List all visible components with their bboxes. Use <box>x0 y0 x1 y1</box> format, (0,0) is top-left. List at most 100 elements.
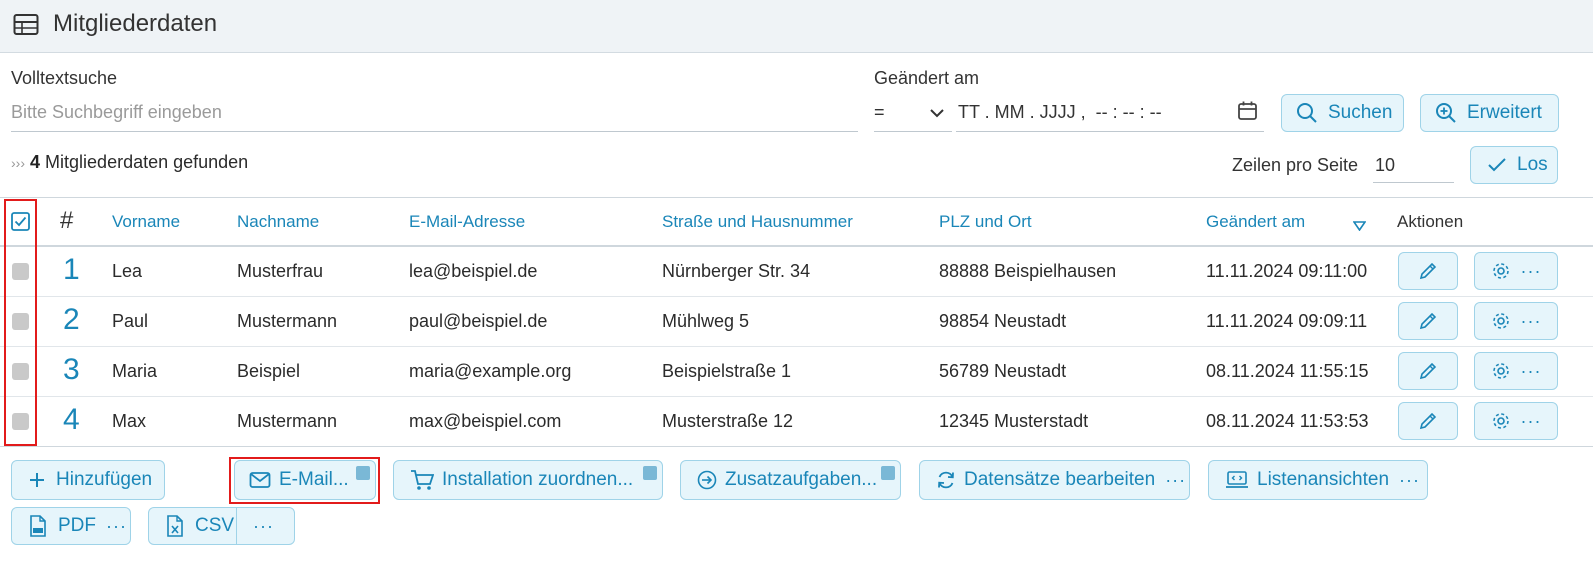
fulltext-search-input[interactable]: Bitte Suchbegriff eingeben <box>11 102 222 123</box>
column-header-geaendert[interactable]: Geändert am <box>1206 212 1305 232</box>
row-settings-button[interactable]: ··· <box>1474 402 1558 440</box>
arrow-circle-icon <box>697 470 717 490</box>
email-button[interactable]: E-Mail... <box>234 460 376 500</box>
cell-geaendert: 08.11.2024 11:53:53 <box>1206 411 1369 431</box>
cell-plz-ort: 98854 Neustadt <box>939 311 1067 331</box>
csv-more-button[interactable]: ··· <box>253 516 274 537</box>
add-button[interactable]: Hinzufügen <box>11 460 165 500</box>
search-button-label: Suchen <box>1328 102 1393 123</box>
edit-button[interactable] <box>1398 302 1458 340</box>
more-dots: ··· <box>1520 310 1542 331</box>
date-input[interactable]: TT . MM . JJJJ , -- : -- : -- <box>958 102 1162 123</box>
pencil-icon <box>1419 312 1437 330</box>
pdf-file-icon <box>30 515 46 537</box>
page-title: Mitgliederdaten <box>53 10 218 37</box>
cell-nachname: Mustermann <box>237 411 338 431</box>
pencil-icon <box>1419 262 1437 280</box>
table-bottom-border <box>0 446 1593 447</box>
edit-records-button-label: Datensätze bearbeiten <box>964 469 1156 490</box>
cell-email: max@beispiel.com <box>409 411 562 431</box>
advanced-search-button[interactable]: Erweitert <box>1420 94 1559 132</box>
gear-icon <box>1492 413 1509 429</box>
row-number: 2 <box>63 303 80 336</box>
column-header-vorname[interactable]: Vorname <box>112 212 180 232</box>
row-divider <box>0 296 1593 297</box>
rows-per-page-input[interactable]: 10 <box>1375 155 1395 176</box>
more-dots: ··· <box>1520 410 1542 431</box>
table-header-border <box>0 245 1593 247</box>
operator-underline <box>874 131 952 132</box>
envelope-icon <box>249 472 271 488</box>
zoom-in-icon <box>1436 103 1456 123</box>
search-button[interactable]: Suchen <box>1281 94 1404 132</box>
row-settings-button[interactable]: ··· <box>1474 252 1558 290</box>
csv-split-divider <box>236 508 237 544</box>
table-icon <box>13 14 39 35</box>
list-views-button[interactable]: Listenansichten ··· <box>1208 460 1428 500</box>
operator-value: = <box>874 102 885 122</box>
cell-strasse: Nürnberger Str. 34 <box>662 261 811 281</box>
row-settings-button[interactable]: ··· <box>1474 352 1558 390</box>
edit-button[interactable] <box>1398 352 1458 390</box>
row-number: 4 <box>63 403 80 436</box>
extra-tasks-button[interactable]: Zusatzaufgaben... <box>680 460 901 500</box>
gear-icon <box>1492 313 1509 329</box>
pdf-button[interactable]: PDF ··· <box>11 507 131 545</box>
table-top-border <box>0 197 1593 198</box>
go-button-label: Los <box>1517 154 1548 175</box>
add-button-label: Hinzufügen <box>56 469 153 490</box>
cell-geaendert: 11.11.2024 09:11:00 <box>1206 261 1368 281</box>
list-views-button-label: Listenansichten <box>1257 469 1390 490</box>
sort-descending-icon[interactable] <box>1353 221 1366 231</box>
edit-records-button[interactable]: Datensätze bearbeiten ··· <box>919 460 1190 500</box>
column-header-email[interactable]: E-Mail-Adresse <box>409 212 525 232</box>
column-header-plz-ort[interactable]: PLZ und Ort <box>939 212 1032 232</box>
advanced-button-label: Erweitert <box>1467 102 1542 123</box>
results-prefix: ››› <box>11 155 25 171</box>
check-icon <box>1488 158 1506 172</box>
refresh-icon <box>938 471 954 489</box>
installation-button-label: Installation zuordnen... <box>442 469 634 490</box>
extra-check-badge <box>881 466 895 480</box>
row-settings-button[interactable]: ··· <box>1474 302 1558 340</box>
email-button-label: E-Mail... <box>279 469 349 490</box>
calendar-icon[interactable] <box>1237 100 1258 121</box>
column-header-strasse[interactable]: Straße und Hausnummer <box>662 212 853 232</box>
assign-installation-button[interactable]: Installation zuordnen... <box>393 460 663 500</box>
cell-plz-ort: 56789 Neustadt <box>939 361 1067 381</box>
csv-button[interactable]: CSV <box>195 515 234 537</box>
more-dots: ··· <box>1520 360 1542 381</box>
changed-date-label: Geändert am <box>874 68 980 88</box>
rows-per-page-underline <box>1373 182 1454 183</box>
cell-geaendert: 11.11.2024 09:09:11 <box>1206 311 1368 331</box>
checkbox-column-highlight <box>4 199 37 446</box>
cell-vorname: Max <box>112 411 147 431</box>
cell-vorname: Maria <box>112 361 158 381</box>
cell-plz-ort: 88888 Beispielhausen <box>939 261 1117 281</box>
cell-strasse: Musterstraße 12 <box>662 411 794 431</box>
pencil-icon <box>1419 412 1437 430</box>
row-number: 1 <box>63 253 80 286</box>
list-views-more-dots: ··· <box>1399 469 1421 490</box>
more-dots: ··· <box>1520 260 1542 281</box>
cell-strasse: Beispielstraße 1 <box>662 361 792 381</box>
date-underline <box>956 131 1264 132</box>
results-summary: ››› 4 Mitgliederdaten gefunden <box>11 152 248 173</box>
pencil-icon <box>1419 362 1437 380</box>
operator-select[interactable]: = <box>874 98 952 130</box>
cell-geaendert: 08.11.2024 11:55:15 <box>1206 361 1369 381</box>
gear-icon <box>1492 363 1509 379</box>
edit-button[interactable] <box>1398 402 1458 440</box>
go-button[interactable]: Los <box>1470 146 1558 184</box>
cell-email: maria@example.org <box>409 361 572 381</box>
pdf-more-dots: ··· <box>106 515 127 536</box>
extra-tasks-button-label: Zusatzaufgaben... <box>725 469 878 490</box>
installation-check-badge <box>643 466 657 480</box>
column-header-nachname[interactable]: Nachname <box>237 212 319 232</box>
cell-vorname: Lea <box>112 261 143 281</box>
edit-button[interactable] <box>1398 252 1458 290</box>
title-bar: Mitgliederdaten <box>0 0 1593 53</box>
cell-email: lea@beispiel.de <box>409 261 538 281</box>
cell-email: paul@beispiel.de <box>409 311 548 331</box>
cell-vorname: Paul <box>112 311 149 331</box>
